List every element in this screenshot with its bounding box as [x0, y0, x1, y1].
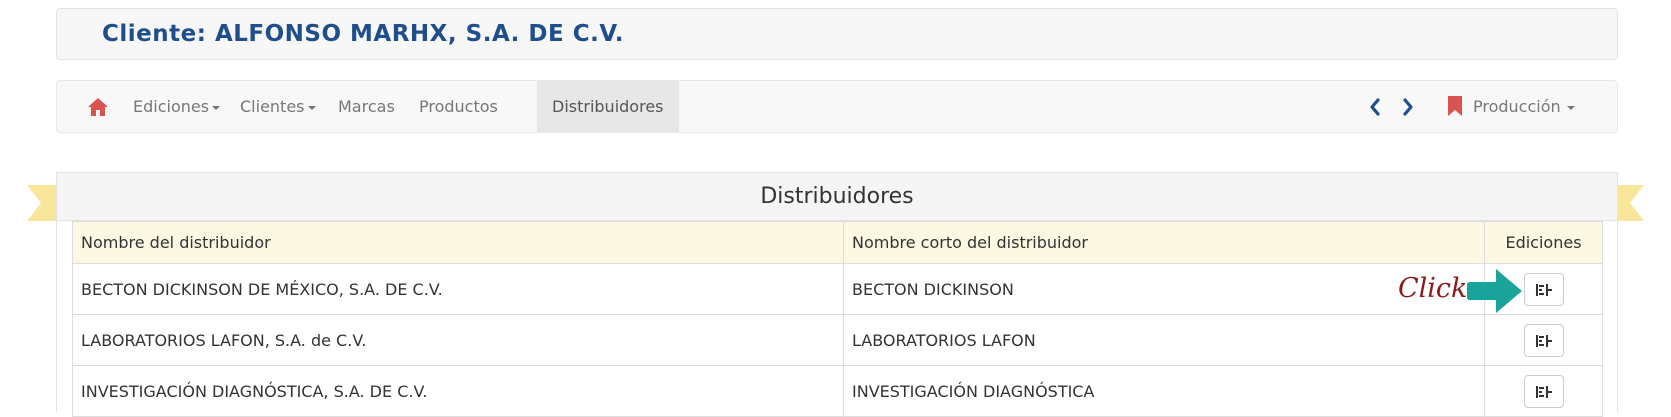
nav-clientes-label: Clientes: [240, 97, 305, 116]
table-row: LABORATORIOS LAFON, S.A. de C.V. LABORAT…: [72, 314, 1603, 366]
nav-produccion-label: Producción: [1473, 97, 1561, 116]
client-label: Cliente:: [102, 21, 207, 47]
nav-ediciones-label: Ediciones: [133, 97, 210, 116]
distributor-name: BECTON DICKINSON DE MÉXICO, S.A. DE C.V.: [72, 263, 844, 315]
distribuidores-table: Nombre del distribuidor Nombre corto del…: [72, 221, 1603, 417]
edition-list-icon: [1535, 334, 1552, 347]
click-annotation-label: Click: [1398, 273, 1468, 304]
nav-ediciones[interactable]: Ediciones: [133, 81, 221, 132]
distribuidores-panel: Distribuidores Nombre del distribuidor N…: [56, 172, 1618, 417]
bookmark-icon: [1448, 96, 1462, 116]
ediciones-button[interactable]: [1523, 272, 1564, 306]
ediciones-cell: [1484, 365, 1603, 417]
nav-distribuidores[interactable]: Distribuidores: [537, 81, 679, 132]
caret-down-icon: [212, 105, 221, 110]
caret-down-icon: [1566, 105, 1575, 110]
distributor-short-name: INVESTIGACIÓN DIAGNÓSTICA: [843, 365, 1485, 417]
table-header-row: Nombre del distribuidor Nombre corto del…: [72, 221, 1603, 264]
chevron-left-icon[interactable]: [1368, 97, 1382, 117]
home-icon[interactable]: [87, 97, 109, 117]
client-title: Cliente: ALFONSO MARHX, S.A. DE C.V.: [102, 21, 624, 47]
ediciones-button[interactable]: [1523, 374, 1564, 408]
arrow-right-icon: [1467, 269, 1522, 313]
table-row: INVESTIGACIÓN DIAGNÓSTICA, S.A. DE C.V. …: [72, 365, 1603, 417]
chevron-right-icon[interactable]: [1401, 97, 1415, 117]
panel-title: Distribuidores: [57, 173, 1617, 221]
distributor-short-name: LABORATORIOS LAFON: [843, 314, 1485, 366]
navbar: Ediciones Clientes Marcas Productos Dist…: [56, 80, 1618, 133]
nav-distribuidores-label: Distribuidores: [552, 97, 664, 116]
nav-productos-label: Productos: [419, 97, 498, 116]
ediciones-button[interactable]: [1523, 323, 1564, 357]
nav-clientes[interactable]: Clientes: [240, 81, 316, 132]
column-header-name: Nombre del distribuidor: [72, 221, 844, 264]
distributor-name: INVESTIGACIÓN DIAGNÓSTICA, S.A. DE C.V.: [72, 365, 844, 417]
column-header-short-name: Nombre corto del distribuidor: [843, 221, 1485, 264]
nav-productos[interactable]: Productos: [419, 81, 498, 132]
caret-down-icon: [307, 105, 316, 110]
nav-produccion[interactable]: Producción: [1473, 81, 1575, 132]
column-header-ediciones: Ediciones: [1484, 221, 1603, 264]
edition-list-icon: [1535, 283, 1552, 296]
table-row: BECTON DICKINSON DE MÉXICO, S.A. DE C.V.…: [72, 263, 1603, 315]
client-name: ALFONSO MARHX, S.A. DE C.V.: [214, 21, 624, 47]
edition-list-icon: [1535, 385, 1552, 398]
distributor-name: LABORATORIOS LAFON, S.A. de C.V.: [72, 314, 844, 366]
distributor-short-name: BECTON DICKINSON: [843, 263, 1485, 315]
nav-marcas[interactable]: Marcas: [338, 81, 395, 132]
nav-marcas-label: Marcas: [338, 97, 395, 116]
client-header: Cliente: ALFONSO MARHX, S.A. DE C.V.: [56, 8, 1618, 60]
ediciones-cell: [1484, 314, 1603, 366]
